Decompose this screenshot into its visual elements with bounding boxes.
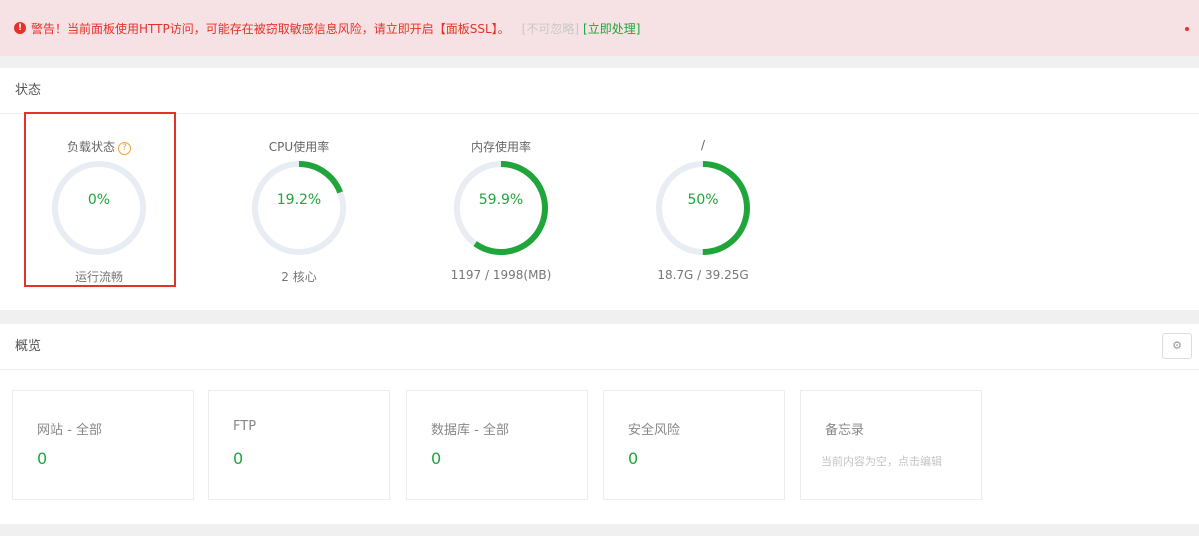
gauge-memory-value: 59.9% [478, 192, 524, 208]
card-memo[interactable]: 备忘录 当前内容为空，点击编辑 [800, 390, 982, 500]
gauge-disk-ring [656, 161, 750, 255]
card-security-risk[interactable]: 安全风险 0 [603, 390, 785, 500]
overview-title: 概览 [0, 324, 1199, 370]
gauge-memory-sub: 1197 / 1998(MB) [450, 268, 552, 282]
card-title: 备忘录 [825, 423, 865, 438]
gauge-disk-value: 50% [687, 192, 719, 208]
overview-panel: 概览 ⚙ 网站 - 全部 0 FTP 0 数据库 - 全部 0 安全风险 0 备… [0, 324, 1199, 524]
handle-now-link[interactable]: [立即处理] [583, 20, 640, 37]
card-title: 数据库 - 全部 [431, 423, 509, 438]
gauge-memory-ring [454, 161, 548, 255]
card-title: FTP [233, 419, 257, 434]
exclamation-circle-icon: ! [14, 22, 26, 34]
card-value[interactable]: 0 [628, 449, 638, 468]
close-dot-icon[interactable] [1185, 27, 1189, 31]
highlight-box [24, 112, 176, 287]
gauge-cpu-ring [252, 161, 346, 255]
ignore-link: [不可忽略] [521, 21, 580, 36]
settings-button[interactable]: ⚙ [1162, 333, 1192, 359]
warning-message: 警告！当前面板使用HTTP访问，可能存在被窃取敏感信息风险，请立即开启【面板SS… [31, 21, 510, 36]
gauge-disk-name: / [700, 138, 706, 152]
gauge-cpu-value: 19.2% [276, 192, 322, 208]
card-title: 网站 - 全部 [37, 423, 102, 438]
gauge-cpu-name: CPU使用率 [268, 140, 330, 154]
http-warning-banner: ! 警告！当前面板使用HTTP访问，可能存在被窃取敏感信息风险，请立即开启【面板… [0, 0, 1199, 56]
memo-note[interactable]: 当前内容为空，点击编辑 [821, 453, 942, 469]
card-databases[interactable]: 数据库 - 全部 0 [406, 390, 588, 500]
card-ftp[interactable]: FTP 0 [208, 390, 390, 500]
status-title: 状态 [0, 68, 1199, 114]
card-title: 安全风险 [628, 423, 681, 438]
card-value[interactable]: 0 [431, 449, 441, 468]
gauge-cpu-sub: 2 核心 [281, 270, 317, 284]
status-panel: 状态 负载状态? 0% 运行流畅 CPU使用率 19.2% 2 核心 内存使用率… [0, 68, 1199, 310]
gauge-disk-sub: 18.7G / 39.25G [657, 268, 749, 282]
card-websites[interactable]: 网站 - 全部 0 [12, 390, 194, 500]
card-value[interactable]: 0 [37, 449, 47, 468]
card-value[interactable]: 0 [233, 449, 243, 468]
settings-icon: ⚙ [1172, 339, 1182, 352]
gauge-memory-name: 内存使用率 [470, 140, 531, 154]
